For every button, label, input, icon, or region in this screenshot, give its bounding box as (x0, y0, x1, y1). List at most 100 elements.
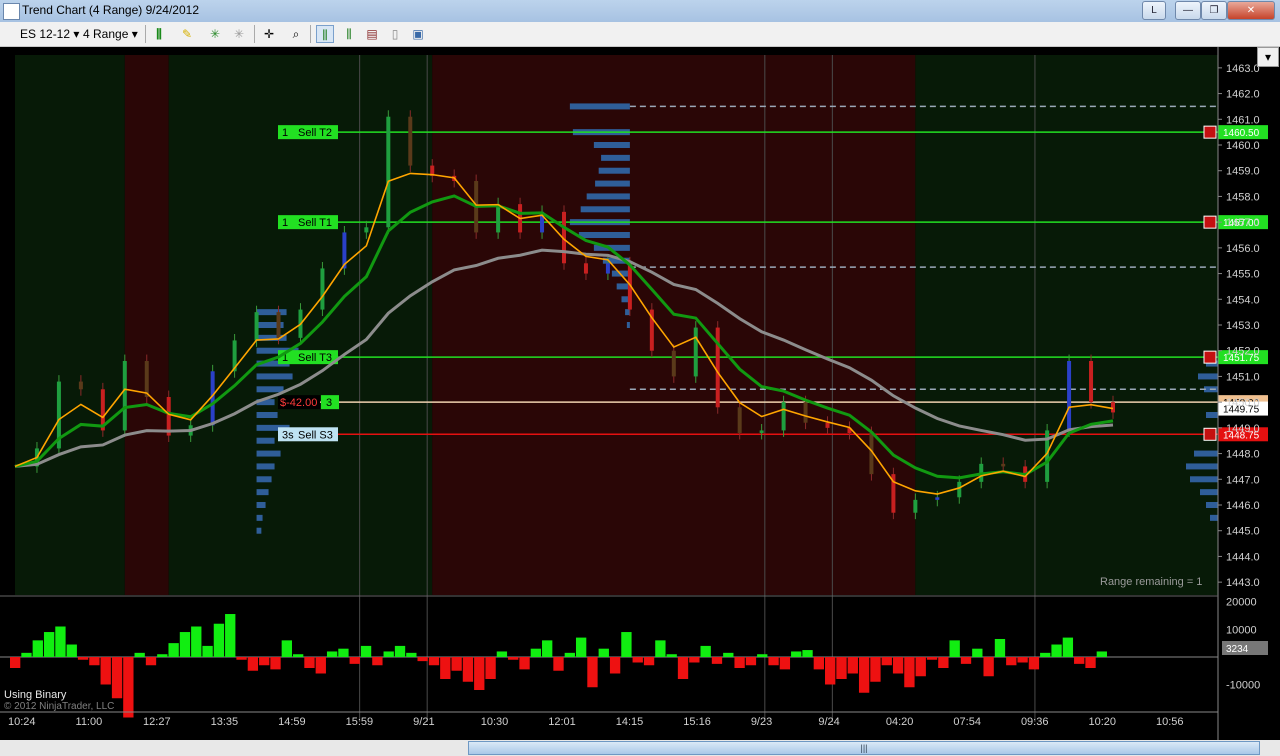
price-chart[interactable]: 1 Sell T2 1460.501 Sell T1 1457.001 Sell T3 14… (0, 47, 1280, 740)
crosshair-icon[interactable]: ✛ (260, 25, 278, 43)
chart-properties-icon[interactable]: ▤ (363, 25, 381, 43)
volume-profile-bar (1190, 476, 1218, 483)
oscillator-bar (440, 657, 451, 679)
oscillator-bar (757, 654, 768, 657)
candle-body (122, 361, 127, 431)
print-icon[interactable]: ▯ (386, 25, 404, 43)
oscillator-bar (474, 657, 485, 690)
price-axis-label: 1459.0 (1226, 166, 1260, 178)
candle-body (144, 361, 149, 397)
data-box-icon[interactable]: ⫼ (340, 25, 358, 43)
price-axis-label: 1450.0 (1226, 397, 1260, 409)
layout-button[interactable]: L (1142, 1, 1166, 20)
oscillator-bar (972, 648, 983, 657)
oscillator-bar (349, 657, 360, 664)
volume-profile-bar (625, 309, 630, 316)
title-bar[interactable]: Trend Chart (4 Range) 9/24/2012 L — ❐ ✕ (0, 0, 1280, 23)
scrollbar-thumb[interactable]: ||| (468, 741, 1260, 755)
oscillator-bar (621, 632, 632, 657)
oscillator-bar (655, 640, 666, 657)
oscillator-bar (259, 657, 270, 666)
minimize-button[interactable]: — (1175, 1, 1201, 20)
maximize-button[interactable]: ❐ (1201, 1, 1227, 20)
horizontal-scrollbar[interactable]: ||| (0, 740, 1280, 756)
candle-body (737, 407, 742, 433)
oscillator-bar (202, 645, 213, 657)
candle-body (496, 204, 501, 233)
oscillator-bar (406, 652, 417, 657)
volume-profile-bar (578, 232, 630, 238)
oscillator-bar (43, 632, 55, 657)
price-axis-label: 1461.0 (1226, 114, 1260, 126)
price-axis-label: 1462.0 (1226, 89, 1260, 101)
candle-body (759, 430, 764, 433)
oscillator-bar (723, 652, 734, 657)
volume-profile-bar (598, 167, 630, 174)
oscillator-bar (247, 657, 259, 671)
candle-body (935, 497, 940, 500)
oscillator-bar (315, 657, 326, 674)
window-layout-icon[interactable]: ▣ (409, 25, 427, 43)
time-axis-label: 07:54 (953, 716, 981, 728)
volume-profile-bar (256, 386, 284, 393)
oscillator-bar (632, 657, 643, 663)
volume-profile-bar (256, 514, 263, 521)
volume-profile-bar (256, 489, 269, 496)
indicator-icon[interactable]: ✳ (206, 25, 224, 43)
oscillator-bar (417, 657, 428, 662)
oscillator-bar (858, 657, 870, 693)
instrument-selector[interactable]: ES 12-12 ▾ (20, 24, 79, 44)
oscillator-bar (779, 657, 791, 670)
oscillator-bar (825, 657, 836, 685)
bar-style-icon[interactable]: ⫼ (150, 25, 168, 43)
candle-body (1067, 361, 1072, 431)
copyright-text: © 2012 NinjaTrader, LLC (4, 701, 114, 712)
price-axis-label: 1454.0 (1226, 294, 1260, 306)
volume-profile-bar (1210, 514, 1218, 521)
volume-profile-bar (601, 154, 630, 161)
candle-body (408, 116, 413, 166)
candle-body (693, 327, 698, 377)
chart-trader-icon[interactable]: ⫼ (316, 25, 334, 43)
volume-profile-bar (586, 193, 630, 200)
candle-body (386, 116, 391, 228)
candle-body (583, 263, 588, 274)
candle-body (254, 312, 259, 341)
zone-red (124, 55, 169, 595)
oscillator-bar (938, 657, 949, 668)
oscillator-axis-label: -10000 (1226, 680, 1260, 692)
instrument-label: ES 12-12 (20, 27, 71, 41)
period-label: 4 Range (83, 27, 129, 41)
oscillator-bar (677, 657, 689, 679)
price-axis-label: 1443.0 (1226, 577, 1260, 589)
position-pnl: $-42.00 (280, 397, 317, 409)
oscillator-bar (575, 637, 587, 657)
oscillator-bar (428, 657, 440, 666)
candle-body (276, 312, 281, 338)
price-axis-label: 1455.0 (1226, 269, 1260, 281)
oscillator-bar (870, 657, 881, 682)
chevron-down-icon[interactable]: ▾ (1257, 47, 1279, 67)
oscillator-bar (1017, 657, 1028, 663)
zoom-icon[interactable]: ⌕ (287, 25, 305, 43)
period-selector[interactable]: 4 Range ▾ (83, 24, 138, 44)
oscillator-bar (77, 657, 89, 660)
oscillator-bar (904, 657, 915, 688)
oscillator-bar (281, 640, 292, 657)
oscillator-bar (304, 657, 315, 668)
oscillator-bar (236, 657, 247, 660)
price-axis-label: 1463.0 (1226, 63, 1260, 75)
oscillator-bar (451, 657, 462, 671)
price-axis-label: 1447.0 (1226, 474, 1260, 486)
oscillator-bar (1085, 657, 1096, 668)
price-axis-label: 1446.0 (1226, 500, 1260, 512)
volume-profile-bar (626, 322, 630, 328)
oscillator-bar (123, 657, 134, 718)
close-button[interactable]: ✕ (1227, 1, 1275, 20)
chevron-down-icon: ▾ (131, 27, 138, 41)
strategy-icon[interactable]: ✳ (230, 25, 248, 43)
oscillator-bar (881, 657, 892, 666)
oscillator-bar (134, 652, 145, 657)
oscillator-bar (530, 648, 542, 657)
pencil-icon[interactable]: ✎ (178, 25, 196, 43)
